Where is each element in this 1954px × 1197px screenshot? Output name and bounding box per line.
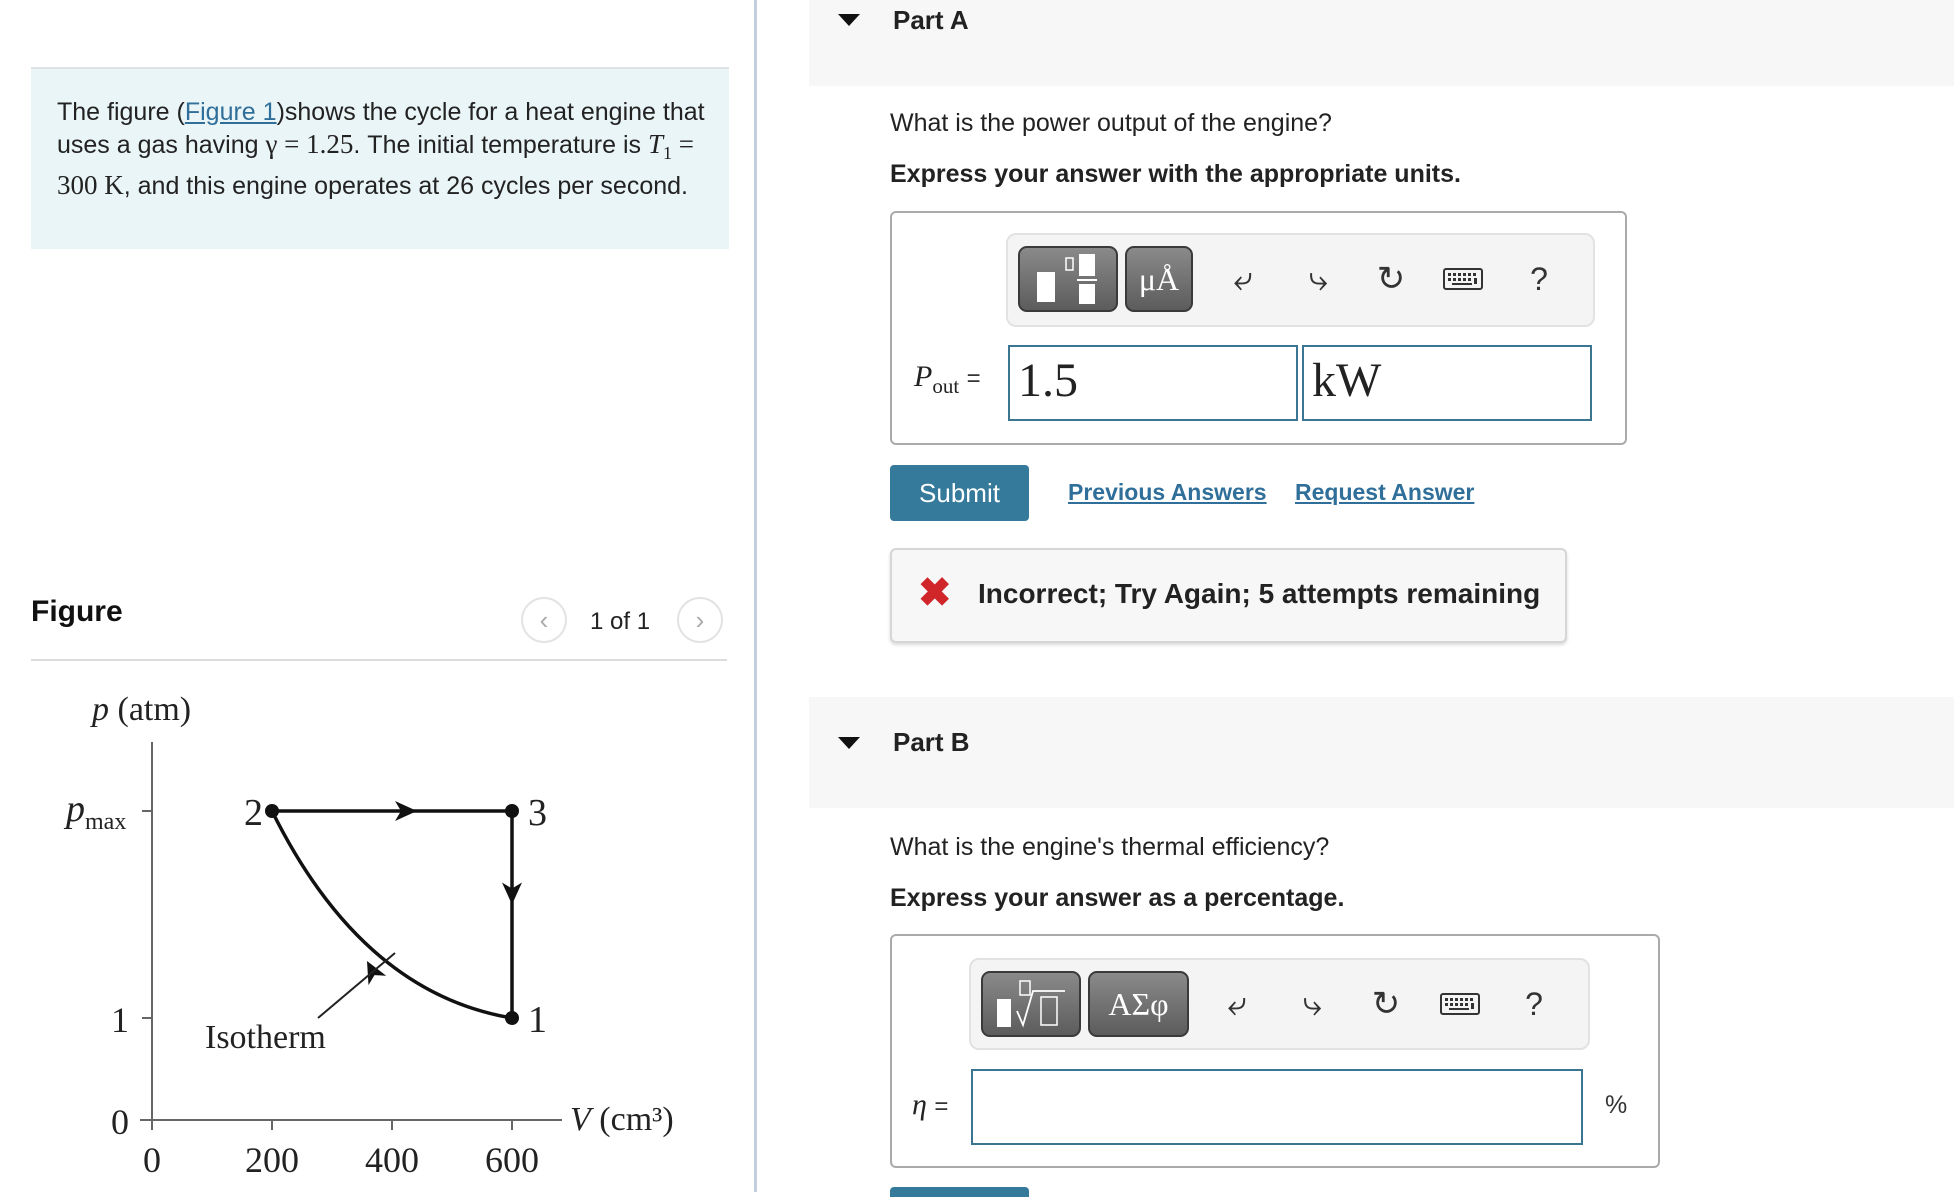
collapse-triangle-icon[interactable] xyxy=(838,14,860,26)
part-b-instruction: Express your answer as a percentage. xyxy=(890,884,1345,912)
problem-text: The figure (Figure 1)shows the cycle for… xyxy=(57,96,707,202)
eta-var: η xyxy=(912,1088,927,1121)
figure-counter: 1 of 1 xyxy=(590,608,651,635)
isotherm-label: Isotherm xyxy=(205,1019,326,1056)
gamma-expression: γ = 1.25 xyxy=(265,129,354,159)
intro-suffix: , and this engine operates at 26 cycles … xyxy=(123,172,688,200)
units-button[interactable]: μÅ xyxy=(1125,246,1193,312)
x-tick-label: 400 xyxy=(365,1140,419,1180)
redo-icon: ⤷ xyxy=(1308,259,1328,298)
submit-button[interactable]: Submit xyxy=(890,465,1029,521)
previous-answers-link[interactable]: Previous Answers xyxy=(1068,479,1267,506)
part-a-answer-box: μÅ ⤶ ⤷ ↻ ? Pout = 1.5 kW xyxy=(890,211,1627,445)
undo-button[interactable]: ⤶ xyxy=(1220,235,1266,323)
pout-label: Pout = xyxy=(914,360,981,399)
y-axis-label: p (atm) xyxy=(90,691,191,728)
reset-button[interactable]: ↻ xyxy=(1368,235,1414,323)
part-a-instruction: Express your answer with the appropriate… xyxy=(890,160,1461,188)
undo-icon: ⤶ xyxy=(1227,984,1247,1023)
cycle-segment-1-2 xyxy=(270,810,513,1020)
redo-icon: ⤷ xyxy=(1302,984,1322,1023)
part-a-toolbar: μÅ ⤶ ⤷ ↻ ? xyxy=(1006,233,1595,327)
part-a-label: Part A xyxy=(893,5,969,35)
request-answer-link[interactable]: Request Answer xyxy=(1295,479,1474,506)
x-tick-label: 0 xyxy=(143,1140,161,1180)
fraction-template-button[interactable] xyxy=(1018,246,1118,312)
state-point-1 xyxy=(505,1011,519,1025)
reset-button[interactable]: ↻ xyxy=(1363,960,1409,1048)
state-label-2: 2 xyxy=(244,792,263,834)
part-b-answer-box: ΑΣφ ⤶ ⤷ ↻ ? η = % xyxy=(890,934,1660,1168)
temp-variable: T xyxy=(647,129,664,159)
help-button[interactable]: ? xyxy=(1511,960,1557,1048)
radical-template-button[interactable] xyxy=(981,971,1081,1037)
keyboard-button[interactable] xyxy=(1440,235,1486,323)
problem-intro: The figure (Figure 1)shows the cycle for… xyxy=(31,67,729,249)
next-figure-button[interactable]: › xyxy=(677,597,723,643)
collapse-triangle-icon[interactable] xyxy=(838,737,860,749)
figure-title: Figure xyxy=(31,595,123,628)
part-b-submit-button[interactable] xyxy=(890,1187,1029,1197)
reset-icon: ↻ xyxy=(1371,985,1401,1023)
temp-subscript: 1 xyxy=(663,143,673,163)
state-label-1: 1 xyxy=(528,999,547,1041)
part-b-toolbar: ΑΣφ ⤶ ⤷ ↻ ? xyxy=(969,958,1590,1050)
intro-prefix: The figure ( xyxy=(57,98,185,126)
equals-sign: = xyxy=(966,365,981,392)
figure-divider xyxy=(31,659,727,661)
state-point-3 xyxy=(505,804,519,818)
undo-button[interactable]: ⤶ xyxy=(1214,960,1260,1048)
part-b-question: What is the engine's thermal efficiency? xyxy=(890,833,1330,861)
help-button[interactable]: ? xyxy=(1516,235,1562,323)
power-value-input[interactable]: 1.5 xyxy=(1008,345,1298,421)
state-label-3: 3 xyxy=(528,792,547,834)
eta-label: η = xyxy=(912,1088,948,1122)
y-tick-subscript: max xyxy=(85,809,126,835)
power-units-input[interactable]: kW xyxy=(1302,345,1592,421)
feedback-message: ✖ Incorrect; Try Again; 5 attempts remai… xyxy=(890,548,1567,643)
intro-mid2: . The initial temperature is xyxy=(353,131,648,159)
y-tick-label: 0 xyxy=(111,1102,129,1142)
symbols-button[interactable]: ΑΣφ xyxy=(1088,971,1189,1037)
radical-template-icon xyxy=(997,980,1065,1028)
pout-var: P xyxy=(914,360,933,393)
keyboard-button[interactable] xyxy=(1437,960,1483,1048)
feedback-text: Incorrect; Try Again; 5 attempts remaini… xyxy=(978,578,1541,609)
prev-figure-button[interactable]: ‹ xyxy=(521,597,567,643)
fraction-template-icon xyxy=(1037,254,1097,304)
part-a-question: What is the power output of the engine? xyxy=(890,109,1332,137)
x-axis-label: V (cm³) xyxy=(570,1101,674,1138)
y-tick-label: 1 xyxy=(111,1000,129,1040)
figure-link[interactable]: Figure 1 xyxy=(185,98,277,126)
incorrect-x-icon: ✖ xyxy=(918,571,952,615)
efficiency-input[interactable] xyxy=(971,1069,1583,1145)
x-tick-label: 600 xyxy=(485,1140,539,1180)
percent-unit: % xyxy=(1605,1091,1628,1119)
part-a-header[interactable]: Part A xyxy=(809,0,1954,86)
chevron-right-icon: › xyxy=(695,604,705,635)
pv-diagram: 0 200 400 600 0 1 pmax 1 2 3 p (atm) V (cm³) Iso… xyxy=(63,691,674,1180)
keyboard-icon xyxy=(1440,993,1480,1015)
redo-button[interactable]: ⤷ xyxy=(1289,960,1335,1048)
part-b-header[interactable]: Part B xyxy=(809,697,1954,808)
y-tick-label: pmax xyxy=(63,788,126,835)
x-tick-label: 200 xyxy=(245,1140,299,1180)
pout-subscript: out xyxy=(932,374,960,398)
part-b-label: Part B xyxy=(893,727,970,757)
isotherm-pointer xyxy=(317,952,396,1019)
chevron-left-icon: ‹ xyxy=(539,604,549,635)
reset-icon: ↻ xyxy=(1376,260,1406,298)
redo-button[interactable]: ⤷ xyxy=(1295,235,1341,323)
column-divider[interactable] xyxy=(754,0,757,1192)
keyboard-icon xyxy=(1443,268,1483,290)
state-point-2 xyxy=(265,804,279,818)
undo-icon: ⤶ xyxy=(1233,259,1253,298)
equals-sign: = xyxy=(934,1093,949,1120)
